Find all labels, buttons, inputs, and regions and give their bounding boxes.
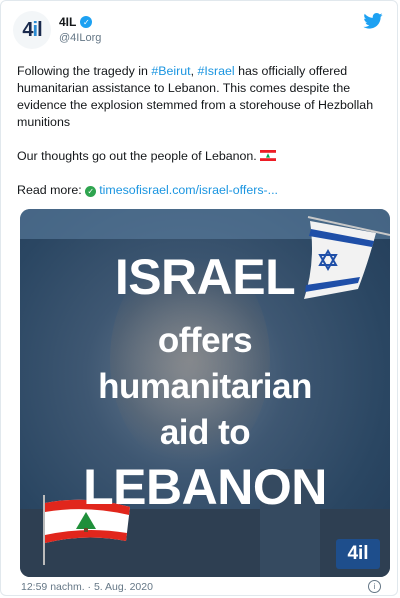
tweet-paragraph-1: Following the tragedy in #Beirut, #Israe… [17,63,383,131]
image-headline-offers: offers [157,321,253,360]
hashtag-israel[interactable]: #Israel [197,64,234,78]
image-headline-humanitarian: humanitarian [98,367,312,406]
display-name[interactable]: 4IL [59,15,76,29]
image-headline-israel: ISRAEL [114,249,296,305]
article-link[interactable]: timesofisrael.com/israel-offers-... [99,183,278,197]
tweet-card: 4il 4IL ✓ @4ILorg Following the tragedy … [0,0,398,596]
text-segment: Our thoughts go out the people of Lebano… [17,149,257,163]
author-names: 4IL ✓ @4ILorg [59,15,101,44]
check-icon: ✓ [85,186,97,197]
avatar[interactable]: 4il [13,11,51,49]
hashtag-beirut[interactable]: #Beirut [151,64,190,78]
twitter-bird-icon[interactable] [363,13,383,29]
tweet-paragraph-2: Our thoughts go out the people of Lebano… [17,148,383,165]
handle[interactable]: @4ILorg [59,32,101,44]
tweet-footer: 12:59 nachm. · 5. Aug. 2020 i [21,580,381,593]
verified-badge-icon: ✓ [80,16,93,28]
tweet-text: Following the tragedy in #Beirut, #Israe… [17,63,383,216]
display-name-row[interactable]: 4IL ✓ [59,15,101,29]
text-segment: Following the tragedy in [17,64,152,78]
tweet-paragraph-3: Read more: ✓ timesofisrael.com/israel-off… [17,182,383,199]
image-headline-aid-to: aid to [159,413,251,452]
info-icon[interactable]: i [368,580,381,593]
tweet-image[interactable]: ISRAEL offers humanitarian aid to LEBANO… [20,209,390,577]
timestamp[interactable]: 12:59 nachm. · 5. Aug. 2020 [21,581,153,593]
tweet-header: 4il 4IL ✓ @4ILorg [13,9,385,53]
avatar-logo: 4il [22,18,42,41]
lebanon-flag-icon [259,150,276,161]
read-more-label: Read more: [17,183,82,197]
4il-logo-badge: 4il [336,539,380,569]
image-headline-lebanon: LEBANON [83,459,327,515]
